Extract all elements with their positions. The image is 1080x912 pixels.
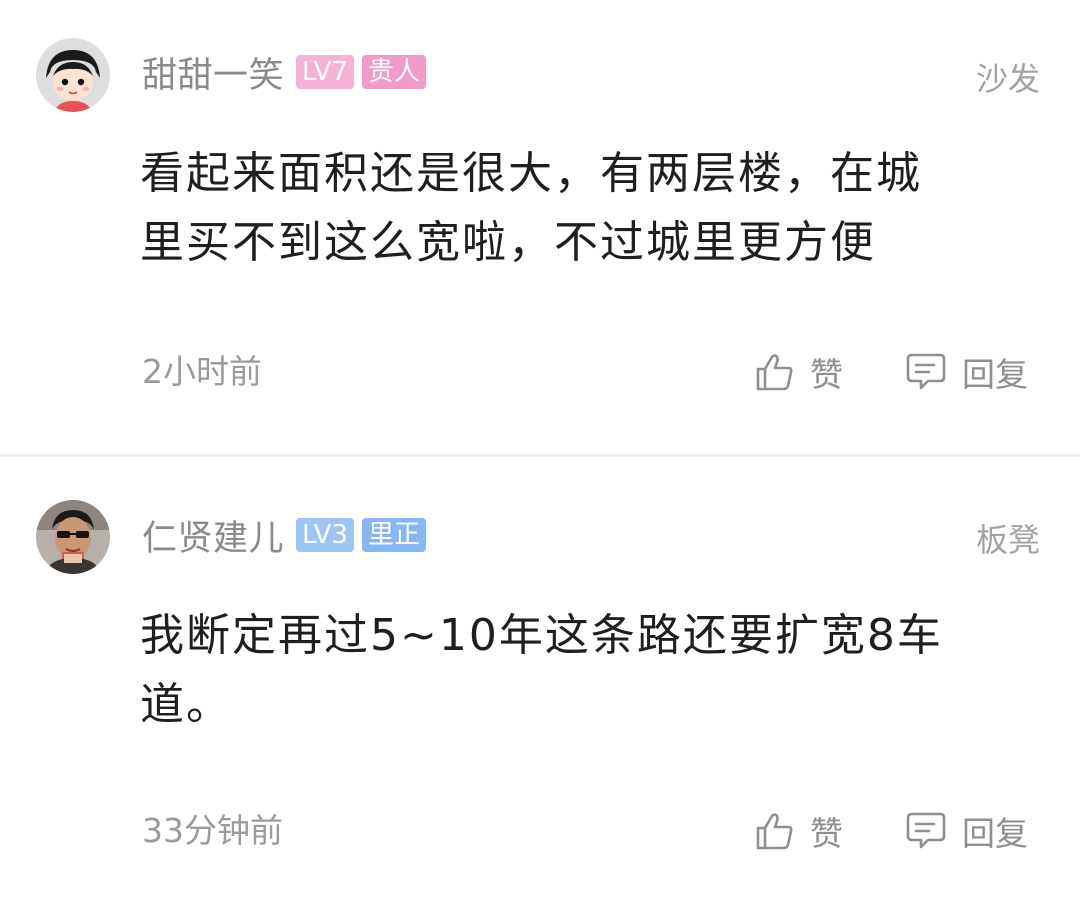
like-button[interactable]: 赞: [754, 806, 843, 856]
comment-bubble-icon: [904, 350, 948, 394]
timestamp: 2小时前: [142, 352, 262, 391]
comment-text-line: 看起来面积还是很大，有两层楼，在城: [140, 148, 922, 199]
like-label: 赞: [810, 355, 843, 394]
avatar[interactable]: [36, 500, 110, 574]
reply-label: 回复: [962, 814, 1028, 853]
reply-button[interactable]: 回复: [904, 347, 1028, 397]
floor-label: 板凳: [975, 521, 1040, 559]
like-button[interactable]: 赞: [754, 347, 843, 397]
cartoon-girl-avatar-icon: [36, 38, 110, 112]
level-badge: LV3: [296, 518, 354, 552]
comment-item: 仁贤建儿 LV3 里正 板凳 我断定再过5~10年这条路还要扩宽8车 道。 33…: [0, 457, 1080, 912]
username[interactable]: 仁贤建儿: [142, 510, 284, 561]
comment-bubble-icon: [904, 809, 948, 853]
comment-header: 甜甜一笑 LV7 贵人: [142, 44, 426, 100]
man-with-sunglasses-avatar-icon: [36, 500, 110, 574]
thumbs-up-icon: [754, 351, 796, 393]
comment-text-line: 道。: [140, 679, 232, 730]
reply-button[interactable]: 回复: [904, 806, 1028, 856]
comment-text: 看起来面积还是很大，有两层楼，在城 里买不到这么宽啦，不过城里更方便: [140, 139, 1020, 277]
like-label: 赞: [810, 814, 843, 853]
comment-text-line: 我断定再过5~10年这条路还要扩宽8车: [140, 610, 943, 661]
comment-footer: 33分钟前 赞 回复: [0, 806, 1080, 856]
avatar[interactable]: [36, 38, 110, 112]
comment-text: 我断定再过5~10年这条路还要扩宽8车 道。: [140, 601, 1020, 739]
username[interactable]: 甜甜一笑: [142, 47, 284, 98]
title-badge: 里正: [361, 518, 426, 552]
comment-header: 仁贤建儿 LV3 里正: [142, 507, 426, 563]
floor-label: 沙发: [975, 60, 1040, 98]
comment-item: 甜甜一笑 LV7 贵人 沙发 看起来面积还是很大，有两层楼，在城 里买不到这么宽…: [0, 0, 1080, 455]
thumbs-up-icon: [754, 810, 796, 852]
reply-label: 回复: [962, 355, 1028, 394]
timestamp: 33分钟前: [142, 811, 283, 850]
level-badge: LV7: [296, 55, 354, 89]
title-badge: 贵人: [361, 55, 426, 89]
comment-footer: 2小时前 赞 回复: [0, 347, 1080, 397]
comment-text-line: 里买不到这么宽啦，不过城里更方便: [140, 217, 876, 268]
